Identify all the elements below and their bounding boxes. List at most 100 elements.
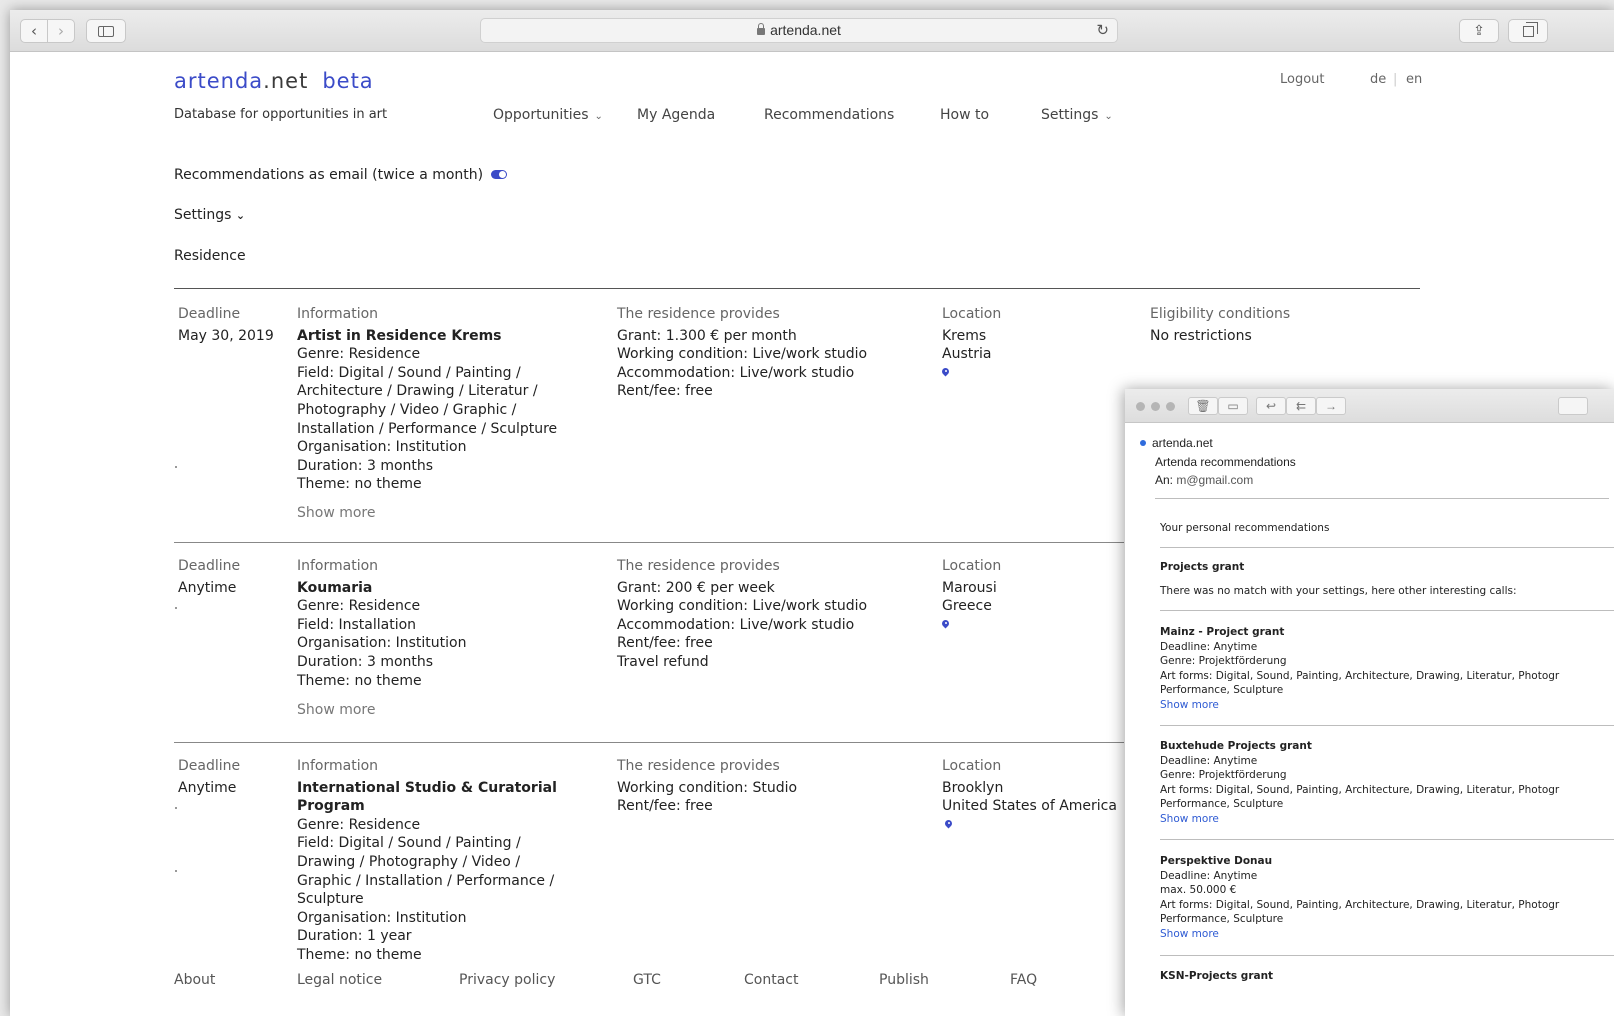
bullet-dot [175, 607, 177, 609]
location-cell: Location Marousi Greece [942, 557, 1001, 634]
listing-title[interactable]: International Studio & Curatorial Program [297, 779, 557, 816]
location-cell: Location Krems Austria [942, 305, 1001, 382]
divider [174, 742, 1124, 743]
mail-show-more-link[interactable]: Show more [1160, 698, 1559, 713]
back-icon[interactable]: ‹ [20, 19, 48, 43]
divider [1160, 955, 1614, 956]
mail-toolbar: 🗑 ▭ ↩ ⇇ → [1125, 389, 1614, 423]
show-more-link[interactable]: Show more [297, 505, 376, 521]
tabs-icon[interactable] [1508, 19, 1548, 43]
map-pin-icon[interactable] [945, 820, 952, 829]
divider [1160, 725, 1614, 726]
beta-label: beta [322, 69, 374, 93]
mail-item: Buxtehude Projects grant Deadline: Anyti… [1160, 740, 1560, 827]
information-cell: Information International Studio & Curat… [297, 758, 557, 963]
mail-show-more-link[interactable]: Show more [1160, 927, 1559, 942]
deadline-cell: Deadline Anytime [178, 558, 241, 596]
mail-recipient: An: m@gmail.com [1155, 473, 1254, 487]
information-cell: Information Artist in Residence Krems Ge… [297, 306, 558, 493]
browser-toolbar: ‹ › artenda.net ↻ ⇪ [10, 10, 1614, 52]
sidebar-icon[interactable] [86, 19, 126, 43]
divider [1160, 547, 1614, 548]
mail-show-more-link[interactable]: Show more [1160, 812, 1559, 827]
deadline-cell: Deadline Anytime [178, 758, 241, 796]
nav-opportunities[interactable]: Opportunities ⌄ [493, 107, 603, 123]
bullet-dot [175, 870, 177, 872]
footer-faq[interactable]: FAQ [1010, 972, 1037, 988]
lang-separator: | [1393, 72, 1398, 87]
mail-section-title: Projects grant [1160, 561, 1245, 573]
listing-title[interactable]: Koumaria [297, 579, 466, 598]
address-bar[interactable]: artenda.net ↻ [480, 18, 1118, 43]
email-toggle[interactable] [491, 170, 508, 179]
mail-item-title: Buxtehude Projects grant [1160, 740, 1312, 752]
nav-recommendations[interactable]: Recommendations [764, 107, 894, 123]
chevron-down-icon: ⌄ [1104, 111, 1113, 122]
bullet-dot [175, 466, 177, 468]
mail-item: KSN-Projects grant [1160, 969, 1273, 984]
footer-legal-notice[interactable]: Legal notice [297, 972, 382, 988]
minimize-icon[interactable] [1151, 402, 1160, 411]
site-logo[interactable]: artenda.net beta [174, 69, 374, 93]
footer-contact[interactable]: Contact [744, 972, 798, 988]
map-pin-icon[interactable] [942, 620, 949, 629]
footer-about[interactable]: About [174, 972, 215, 988]
mail-no-match: There was no match with your settings, h… [1160, 585, 1517, 597]
logout-link[interactable]: Logout [1280, 72, 1325, 87]
zoom-icon[interactable] [1166, 402, 1175, 411]
category-heading: Residence [174, 248, 246, 264]
print-icon[interactable] [1558, 397, 1588, 415]
chevron-down-icon: ⌄ [235, 209, 246, 222]
email-toggle-label: Recommendations as email (twice a month) [174, 167, 484, 183]
reply-all-icon[interactable]: ⇇ [1286, 397, 1316, 415]
footer-publish[interactable]: Publish [879, 972, 929, 988]
mail-item: Mainz - Project grant Deadline: Anytime G… [1160, 626, 1560, 713]
nav-how-to[interactable]: How to [940, 107, 989, 123]
divider [174, 542, 1124, 543]
lang-de-link[interactable]: de [1370, 72, 1386, 87]
map-pin-icon[interactable] [942, 368, 949, 377]
url-text: artenda.net [770, 22, 841, 38]
bullet-dot [175, 807, 177, 809]
mail-item: Perspektive Donau Deadline: Anytime max. … [1160, 855, 1560, 942]
share-icon[interactable]: ⇪ [1459, 19, 1499, 43]
archive-icon[interactable]: ▭ [1218, 397, 1248, 415]
reply-icon[interactable]: ↩ [1256, 397, 1286, 415]
information-cell: Information Koumaria Genre: Residence Fie… [297, 558, 467, 689]
lock-icon [757, 23, 766, 35]
location-cell: Location Brooklyn United States of Americ… [942, 757, 1117, 834]
mail-item-title: Perspektive Donau [1160, 855, 1273, 867]
mail-item-title: KSN-Projects grant [1160, 970, 1274, 982]
divider [1160, 839, 1614, 840]
nav-settings[interactable]: Settings ⌄ [1041, 107, 1113, 123]
mail-window: 🗑 ▭ ↩ ⇇ → artenda.net Artenda recommenda… [1125, 389, 1614, 1016]
eligibility-cell: Eligibility conditions No restrictions [1150, 306, 1291, 344]
listing-title[interactable]: Artist in Residence Krems [297, 327, 557, 346]
mail-subject: Artenda recommendations [1155, 455, 1296, 469]
divider [174, 288, 1420, 289]
provides-cell: The residence provides Working condition… [617, 758, 798, 815]
forward-icon[interactable]: → [1316, 397, 1346, 415]
mail-item-title: Mainz - Project grant [1160, 626, 1285, 638]
divider [1160, 610, 1614, 611]
lang-en-link[interactable]: en [1406, 72, 1422, 87]
provides-cell: The residence provides Grant: 1.300 € pe… [617, 306, 868, 400]
settings-dropdown[interactable]: Settings ⌄ [174, 207, 245, 223]
reload-icon[interactable]: ↻ [1096, 19, 1109, 42]
divider [1155, 498, 1609, 499]
footer-gtc[interactable]: GTC [633, 972, 661, 988]
forward-icon[interactable]: › [47, 19, 75, 43]
mail-intro: Your personal recommendations [1160, 522, 1330, 534]
unread-dot-icon [1140, 440, 1146, 446]
chevron-down-icon: ⌄ [594, 111, 603, 122]
email-toggle-row: Recommendations as email (twice a month) [174, 167, 508, 183]
trash-icon[interactable]: 🗑 [1188, 397, 1218, 415]
footer-privacy-policy[interactable]: Privacy policy [459, 972, 555, 988]
deadline-cell: Deadline May 30, 2019 [178, 306, 274, 344]
provides-cell: The residence provides Grant: 200 € per … [617, 558, 868, 670]
close-icon[interactable] [1136, 402, 1145, 411]
site-tagline: Database for opportunities in art [174, 107, 388, 122]
mail-sender: artenda.net [1140, 436, 1213, 450]
nav-my-agenda[interactable]: My Agenda [637, 107, 715, 123]
show-more-link[interactable]: Show more [297, 702, 376, 718]
